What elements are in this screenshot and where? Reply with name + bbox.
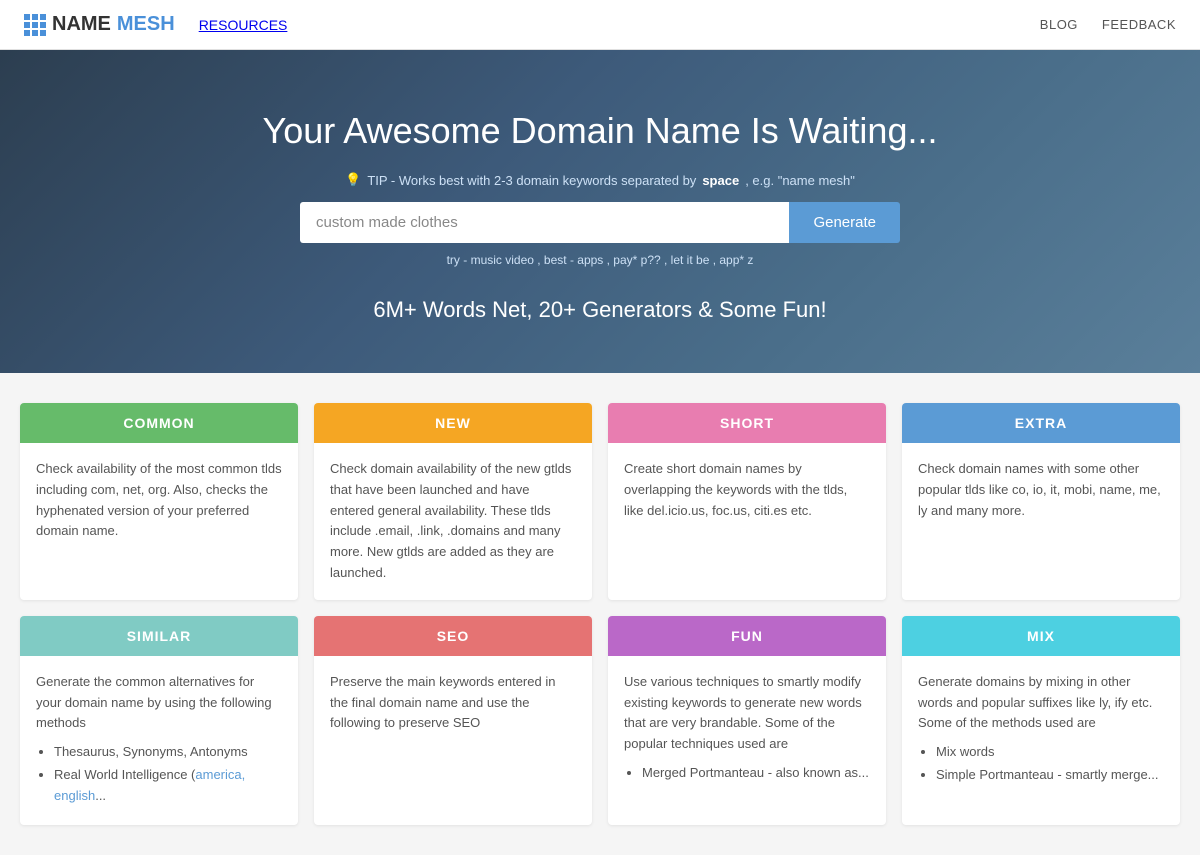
generate-button[interactable]: Generate xyxy=(789,202,900,243)
hero-tip: 💡 TIP - Works best with 2-3 domain keywo… xyxy=(345,172,855,188)
try-links: try - music video , best - apps , pay* p… xyxy=(447,253,754,267)
header: NAME MESH RESOURCES BLOG FEEDBACK xyxy=(0,0,1200,50)
card-common: COMMON Check availability of the most com… xyxy=(20,403,298,600)
tip-text-suffix: , e.g. "name mesh" xyxy=(745,173,855,188)
card-fun-text: Use various techniques to smartly modify… xyxy=(624,672,870,755)
main-nav: RESOURCES xyxy=(199,17,288,33)
card-fun-header: FUN xyxy=(608,616,886,656)
header-right: BLOG FEEDBACK xyxy=(1040,17,1176,32)
tip-keyword: space xyxy=(702,173,739,188)
card-short: SHORT Create short domain names by overla… xyxy=(608,403,886,600)
card-similar: SIMILAR Generate the common alternatives … xyxy=(20,616,298,825)
hero-tagline: 6M+ Words Net, 20+ Generators & Some Fun… xyxy=(373,297,826,323)
card-short-body: Create short domain names by overlapping… xyxy=(608,443,886,537)
card-common-text: Check availability of the most common tl… xyxy=(36,459,282,542)
logo-grid-icon xyxy=(24,14,46,36)
cards-grid: COMMON Check availability of the most com… xyxy=(20,403,1180,825)
card-mix-list: Mix wordsSimple Portmanteau - smartly me… xyxy=(918,742,1164,786)
logo-suffix: MESH xyxy=(117,13,175,36)
cards-section: COMMON Check availability of the most com… xyxy=(0,373,1200,855)
card-common-header: COMMON xyxy=(20,403,298,443)
card-similar-list: Thesaurus, Synonyms, AntonymsReal World … xyxy=(36,742,282,806)
card-extra-text: Check domain names with some other popul… xyxy=(918,459,1164,521)
card-seo-text: Preserve the main keywords entered in th… xyxy=(330,672,576,734)
card-mix-text: Generate domains by mixing in other word… xyxy=(918,672,1164,734)
card-seo: SEO Preserve the main keywords entered in… xyxy=(314,616,592,825)
card-seo-header: SEO xyxy=(314,616,592,656)
feedback-link[interactable]: FEEDBACK xyxy=(1102,17,1176,32)
card-mix-body: Generate domains by mixing in other word… xyxy=(902,656,1180,804)
card-fun: FUN Use various techniques to smartly mod… xyxy=(608,616,886,825)
card-new-text: Check domain availability of the new gtl… xyxy=(330,459,576,584)
try-links-text: try - music video , best - apps , pay* p… xyxy=(447,253,754,267)
hero-section: Your Awesome Domain Name Is Waiting... 💡… xyxy=(0,50,1200,373)
list-item: Mix words xyxy=(936,742,1164,763)
card-fun-list: Merged Portmanteau - also known as... xyxy=(624,763,870,784)
card-similar-body: Generate the common alternatives for you… xyxy=(20,656,298,825)
card-short-text: Create short domain names by overlapping… xyxy=(624,459,870,521)
search-input[interactable] xyxy=(300,202,789,243)
tip-text-prefix: TIP - Works best with 2-3 domain keyword… xyxy=(367,173,696,188)
list-item: Simple Portmanteau - smartly merge... xyxy=(936,765,1164,786)
card-extra-body: Check domain names with some other popul… xyxy=(902,443,1180,537)
card-mix: MIX Generate domains by mixing in other w… xyxy=(902,616,1180,825)
logo: NAME MESH xyxy=(24,13,175,36)
nav-resources[interactable]: RESOURCES xyxy=(199,17,288,33)
card-short-header: SHORT xyxy=(608,403,886,443)
card-similar-header: SIMILAR xyxy=(20,616,298,656)
header-left: NAME MESH RESOURCES xyxy=(24,13,287,36)
list-item: Thesaurus, Synonyms, Antonyms xyxy=(54,742,282,763)
card-mix-header: MIX xyxy=(902,616,1180,656)
card-new-body: Check domain availability of the new gtl… xyxy=(314,443,592,600)
card-common-body: Check availability of the most common tl… xyxy=(20,443,298,558)
card-fun-body: Use various techniques to smartly modify… xyxy=(608,656,886,802)
card-new-header: NEW xyxy=(314,403,592,443)
card-extra: EXTRA Check domain names with some other … xyxy=(902,403,1180,600)
list-item: Real World Intelligence (america, englis… xyxy=(54,765,282,807)
card-similar-text: Generate the common alternatives for you… xyxy=(36,672,282,734)
blog-link[interactable]: BLOG xyxy=(1040,17,1078,32)
hero-title: Your Awesome Domain Name Is Waiting... xyxy=(263,110,938,152)
logo-name: NAME xyxy=(52,13,111,36)
list-item: Merged Portmanteau - also known as... xyxy=(642,763,870,784)
card-extra-header: EXTRA xyxy=(902,403,1180,443)
card-new: NEW Check domain availability of the new … xyxy=(314,403,592,600)
search-row: Generate xyxy=(300,202,900,243)
tip-bulb-icon: 💡 xyxy=(345,172,361,188)
list-item-link[interactable]: america, english xyxy=(54,767,245,803)
card-seo-body: Preserve the main keywords entered in th… xyxy=(314,656,592,750)
